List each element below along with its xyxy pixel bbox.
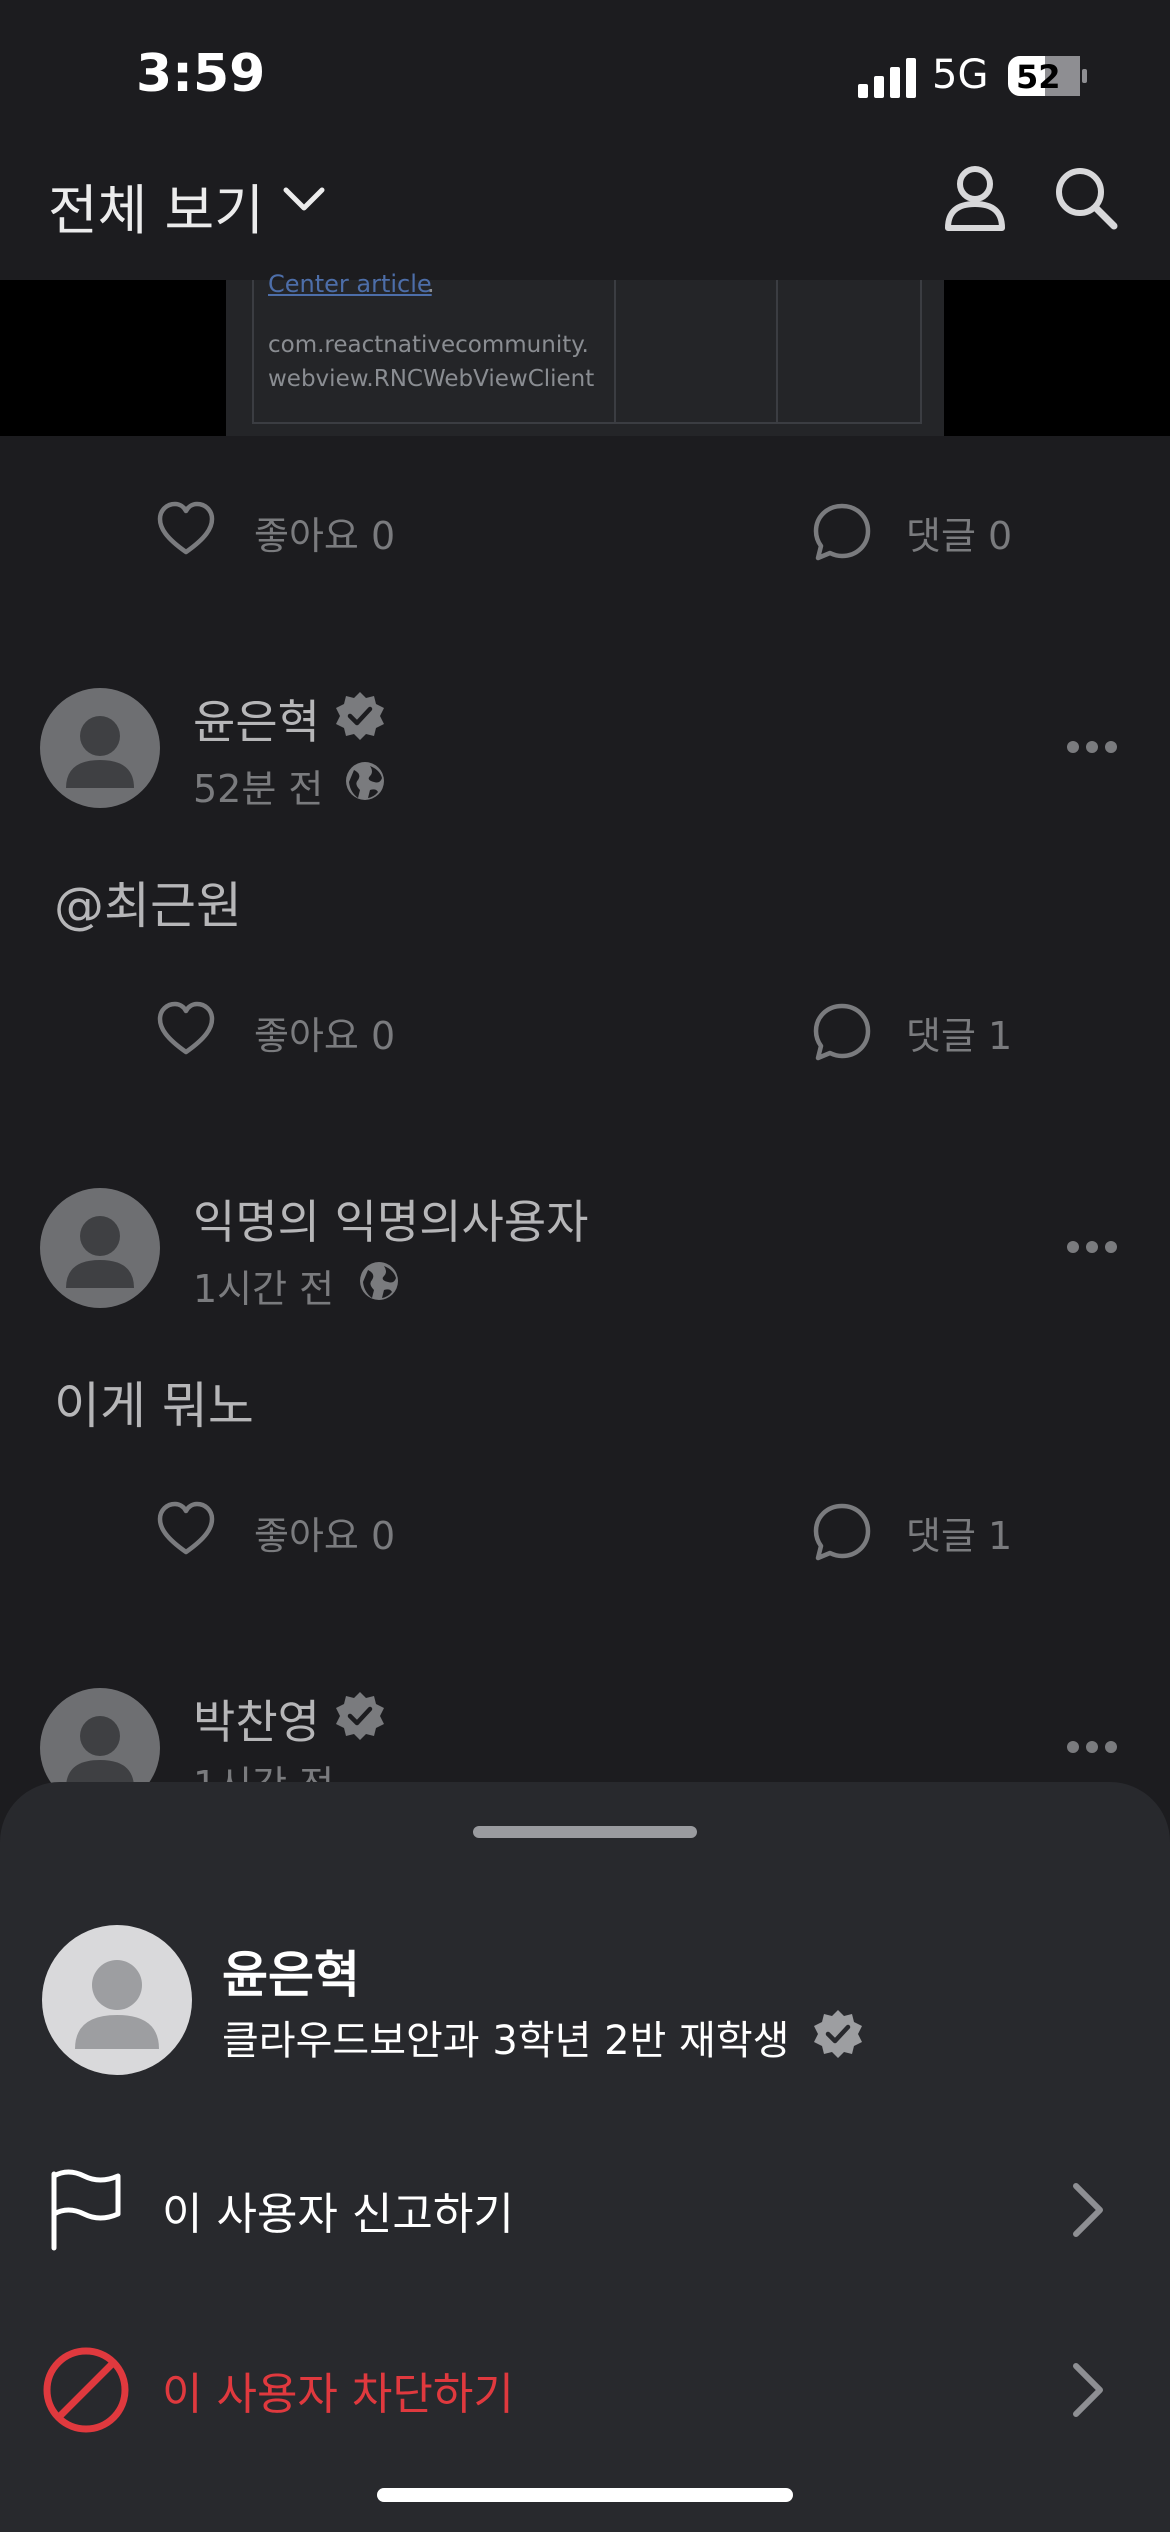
comment-count[interactable]: 댓글 1 (906, 1505, 1012, 1560)
comment-icon[interactable] (812, 502, 872, 562)
feed-filter-title[interactable]: 전체 보기 (48, 166, 264, 245)
comment-count[interactable]: 댓글 1 (906, 1005, 1012, 1060)
battery-level: 52 (1016, 58, 1061, 96)
sheet-user-name: 윤은혁 (222, 1946, 360, 2004)
media-link-suffix: . (427, 270, 435, 298)
chevron-right-icon (1073, 2183, 1103, 2237)
media-link-text: Center article (268, 270, 432, 298)
heart-icon[interactable] (156, 1500, 216, 1560)
verified-badge-icon (336, 1692, 384, 1740)
report-user-label[interactable]: 이 사용자 신고하기 (162, 2178, 514, 2242)
heart-icon[interactable] (156, 1000, 216, 1060)
media-class-line: webview.RNCWebViewClient (268, 366, 595, 392)
media-class-line: com.reactnativecommunity. (268, 332, 589, 358)
comment-icon[interactable] (812, 1502, 872, 1562)
verified-badge-icon (336, 692, 384, 740)
like-count[interactable]: 좋아요 0 (254, 1005, 395, 1060)
post-content: 이게 뭐노 (54, 1377, 254, 1435)
search-icon[interactable] (1054, 166, 1118, 230)
network-type: 5G (932, 52, 989, 98)
post-time: 1시간 전 (193, 1267, 335, 1311)
post-author-name[interactable]: 익명의 익명의사용자 (193, 1186, 589, 1252)
like-count[interactable]: 좋아요 0 (254, 1505, 395, 1560)
chevron-right-icon (1073, 2363, 1103, 2417)
chevron-down-icon[interactable] (282, 184, 326, 214)
more-icon[interactable] (1066, 1740, 1118, 1754)
block-user-label[interactable]: 이 사용자 차단하기 (162, 2358, 514, 2422)
signal-icon (858, 58, 916, 98)
more-icon[interactable] (1066, 1240, 1118, 1254)
comment-icon[interactable] (812, 1002, 872, 1062)
more-icon[interactable] (1066, 740, 1118, 754)
verified-badge-icon (814, 2010, 862, 2058)
post-time: 52분 전 (193, 767, 324, 811)
post-author-name[interactable]: 박찬영 (193, 1686, 320, 1752)
post-author-name[interactable]: 윤은혁 (193, 686, 320, 752)
media-class-text: com.reactnativecommunity. webview.RNCWeb… (268, 328, 594, 396)
heart-icon[interactable] (156, 500, 216, 560)
globe-icon (360, 1262, 398, 1300)
comment-count[interactable]: 댓글 0 (906, 505, 1012, 560)
person-icon[interactable] (944, 164, 1006, 232)
media-table-divider (614, 280, 616, 422)
battery-icon: 52 (1008, 56, 1088, 96)
home-indicator[interactable] (377, 2488, 793, 2502)
like-count[interactable]: 좋아요 0 (254, 505, 395, 560)
media-table-divider (776, 280, 778, 422)
sheet-grabber[interactable] (473, 1826, 697, 1838)
feed-list (0, 436, 1170, 1786)
block-icon (43, 2347, 129, 2433)
avatar[interactable] (40, 688, 160, 808)
globe-icon (346, 762, 384, 800)
post-content: @최근원 (54, 877, 242, 935)
sheet-avatar (42, 1925, 192, 2075)
avatar[interactable] (40, 1188, 160, 1308)
status-time: 3:59 (136, 44, 266, 104)
flag-icon (51, 2169, 121, 2251)
sheet-user-subtitle: 클라우드보안과 3학년 2반 재학생 (222, 2018, 790, 2064)
